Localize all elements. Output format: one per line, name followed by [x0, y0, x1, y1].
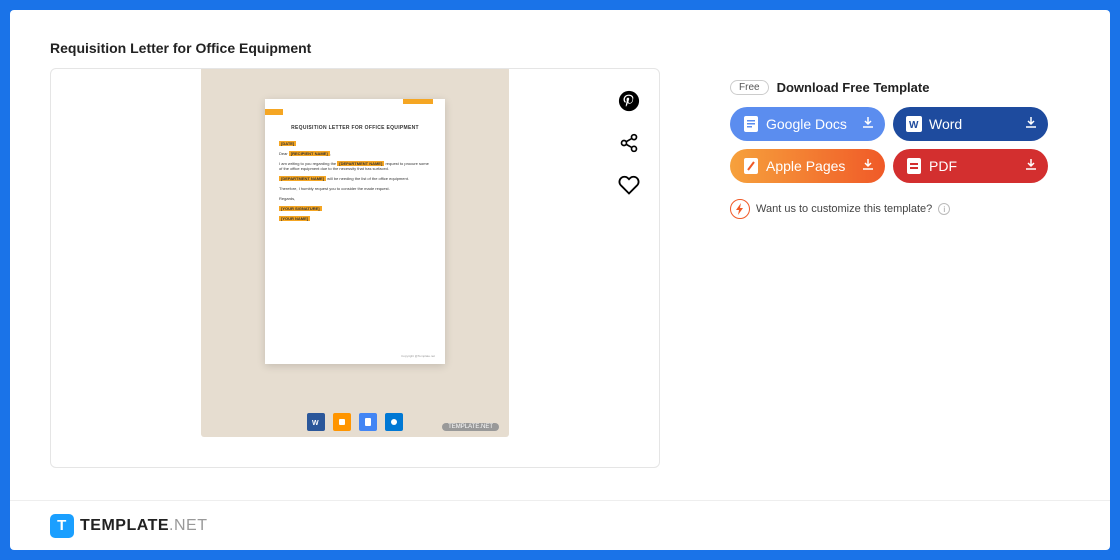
- pages-label: Apple Pages: [766, 158, 845, 174]
- outlook-icon: [385, 413, 403, 431]
- apple-pages-button[interactable]: Apple Pages: [730, 149, 885, 183]
- word-button[interactable]: W Word: [893, 107, 1048, 141]
- field-name: [YOUR NAME]: [279, 216, 310, 221]
- pinterest-icon[interactable]: [617, 89, 641, 113]
- preview-canvas: REQUISITION LETTER FOR OFFICE EQUIPMENT …: [201, 69, 509, 437]
- free-badge: Free: [730, 80, 769, 95]
- left-column: Requisition Letter for Office Equipment …: [50, 40, 660, 500]
- svg-text:W: W: [312, 420, 319, 427]
- doc-footer: Copyright @Template.net: [401, 354, 435, 358]
- field-date: [DATE]: [279, 141, 296, 146]
- format-icons-row: W: [307, 413, 403, 431]
- pages-btn-icon: [742, 157, 760, 175]
- download-title: Download Free Template: [777, 80, 930, 95]
- preview-box: REQUISITION LETTER FOR OFFICE EQUIPMENT …: [50, 68, 660, 468]
- logo-mark: T: [50, 514, 74, 538]
- content-area: Requisition Letter for Office Equipment …: [10, 10, 1110, 500]
- gdocs-icon: [359, 413, 377, 431]
- heart-icon[interactable]: [617, 173, 641, 197]
- word-label: Word: [929, 116, 962, 132]
- word-btn-icon: W: [905, 115, 923, 133]
- pdf-label: PDF: [929, 158, 957, 174]
- doc-title: REQUISITION LETTER FOR OFFICE EQUIPMENT: [279, 125, 431, 131]
- pdf-btn-icon: [905, 157, 923, 175]
- field-signature: [YOUR SIGNATURE]: [279, 206, 322, 211]
- document-preview: REQUISITION LETTER FOR OFFICE EQUIPMENT …: [265, 99, 445, 364]
- download-icon: [1024, 158, 1038, 175]
- pdf-button[interactable]: PDF: [893, 149, 1048, 183]
- pages-icon: [333, 413, 351, 431]
- word-icon: W: [307, 413, 325, 431]
- brand-logo[interactable]: T TEMPLATE.NET: [50, 514, 207, 538]
- overlay-actions: [617, 89, 641, 197]
- template-tag: TEMPLATE.NET: [442, 423, 499, 431]
- download-icon: [861, 116, 875, 133]
- right-column: Free Download Free Template Google Docs …: [730, 40, 1070, 500]
- accent-bar-top: [403, 99, 433, 104]
- gdocs-btn-icon: [742, 115, 760, 133]
- svg-text:W: W: [909, 120, 919, 131]
- bolt-icon: [730, 199, 750, 219]
- field-recipient: [RECIPIENT NAME]: [289, 151, 330, 156]
- download-header: Free Download Free Template: [730, 80, 1070, 95]
- download-icon: [861, 158, 875, 175]
- accent-bar-left: [265, 109, 283, 115]
- field-dept2: [DEPARTMENT NAME]: [279, 176, 326, 181]
- share-icon[interactable]: [617, 131, 641, 155]
- footer: T TEMPLATE.NET: [10, 500, 1110, 550]
- google-docs-button[interactable]: Google Docs: [730, 107, 885, 141]
- brand-name: TEMPLATE: [80, 517, 169, 534]
- customize-row[interactable]: Want us to customize this template? i: [730, 199, 1070, 219]
- app-frame: Requisition Letter for Office Equipment …: [10, 10, 1110, 550]
- download-buttons: Google Docs W Word Apple Pages PDF: [730, 107, 1070, 183]
- gdocs-label: Google Docs: [766, 116, 847, 132]
- page-title: Requisition Letter for Office Equipment: [50, 40, 660, 56]
- info-icon[interactable]: i: [938, 203, 950, 215]
- brand-suffix: .NET: [169, 517, 207, 534]
- customize-text: Want us to customize this template?: [756, 203, 932, 215]
- download-icon: [1024, 116, 1038, 133]
